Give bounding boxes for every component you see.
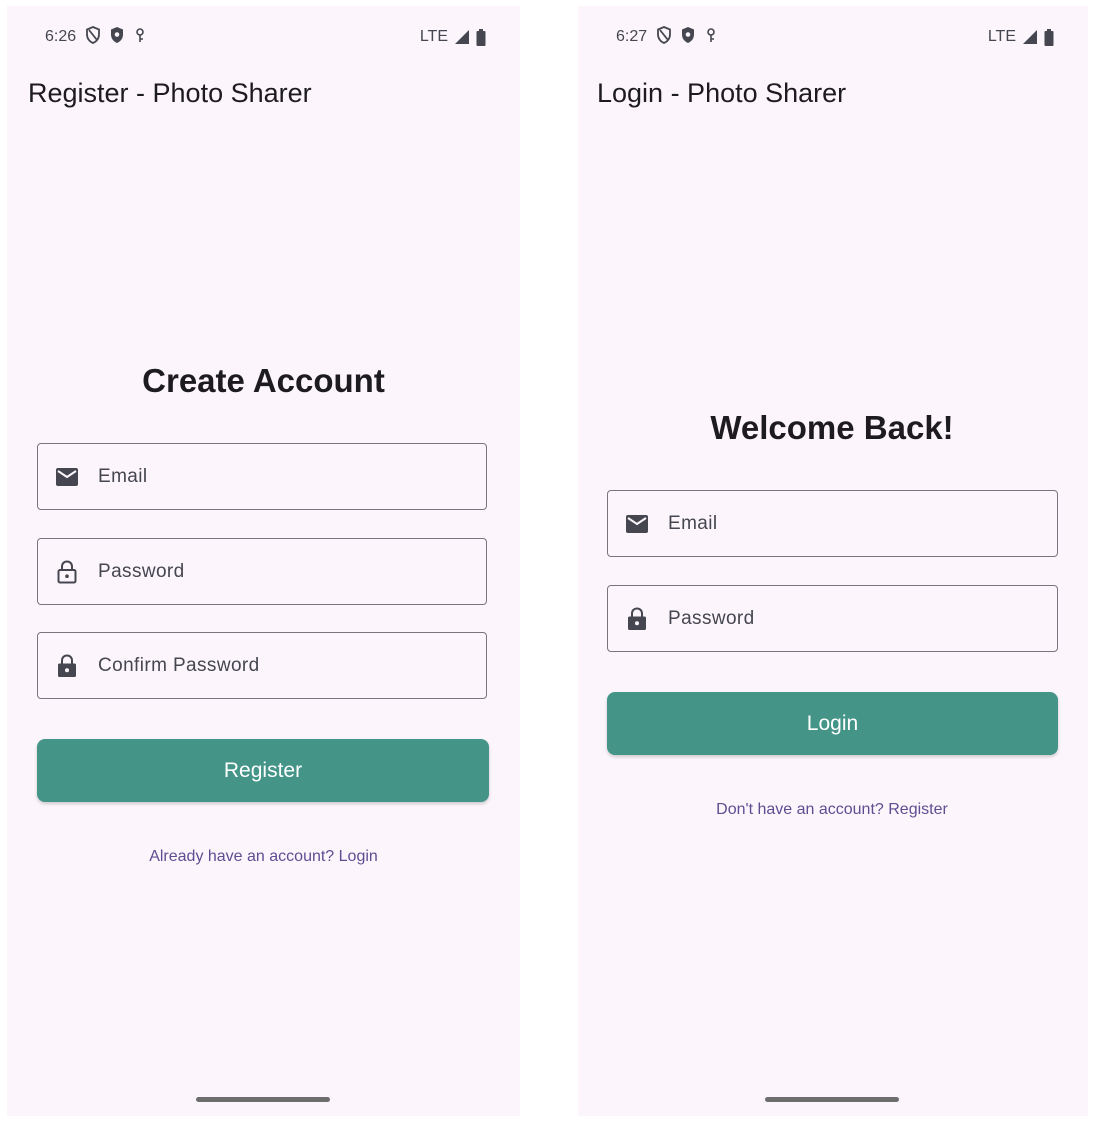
shield-outline-icon [86,26,100,44]
register-screen: 6:26 LTE Register - Photo Sharer Create … [7,6,520,1116]
password-field[interactable]: Password [607,585,1058,652]
login-screen: 6:27 LTE Login - Photo Sharer Welcome Ba… [578,6,1088,1116]
lock-icon [55,653,79,678]
status-time: 6:26 [45,28,77,45]
status-time: 6:27 [616,28,648,45]
network-label: LTE [987,28,1016,45]
app-title: Register - Photo Sharer [28,78,312,108]
shield-filled-icon [111,27,123,43]
register-link[interactable]: Don't have an account? Register [578,801,1088,819]
vpn-key-icon [136,28,144,42]
welcome-back-heading: Welcome Back! [710,409,954,446]
mail-icon [55,465,79,489]
create-account-heading: Create Account [142,362,385,399]
password-field[interactable]: Password [37,538,487,605]
login-link[interactable]: Already have an account? Login [7,848,520,866]
lock-icon [625,606,649,631]
email-field[interactable]: Email [37,443,487,510]
shield-outline-icon [657,26,671,44]
email-label: Email [668,512,718,534]
status-right: LTE [988,28,1054,46]
vpn-key-icon [707,28,715,42]
status-icons [85,26,147,44]
status-icons [656,26,718,44]
shield-filled-icon [682,27,694,43]
email-field[interactable]: Email [607,490,1058,557]
confirm-password-field[interactable]: Confirm Password [37,632,487,699]
signal-icon [455,30,469,44]
status-bar: 6:26 LTE [7,24,520,52]
confirm-password-label: Confirm Password [98,654,260,676]
lock-open-icon [55,559,79,584]
login-button[interactable]: Login [607,692,1058,755]
status-bar: 6:27 LTE [578,24,1088,52]
password-label: Password [668,607,755,629]
status-right: LTE [420,28,486,46]
mail-icon [625,512,649,536]
password-label: Password [98,560,185,582]
battery-icon [1044,28,1054,46]
app-title: Login - Photo Sharer [597,78,847,108]
register-button[interactable]: Register [37,739,489,802]
home-indicator[interactable] [765,1097,899,1102]
network-label: LTE [419,28,448,45]
home-indicator[interactable] [196,1097,330,1102]
email-label: Email [98,465,148,487]
battery-icon [476,28,486,46]
signal-icon [1023,30,1037,44]
